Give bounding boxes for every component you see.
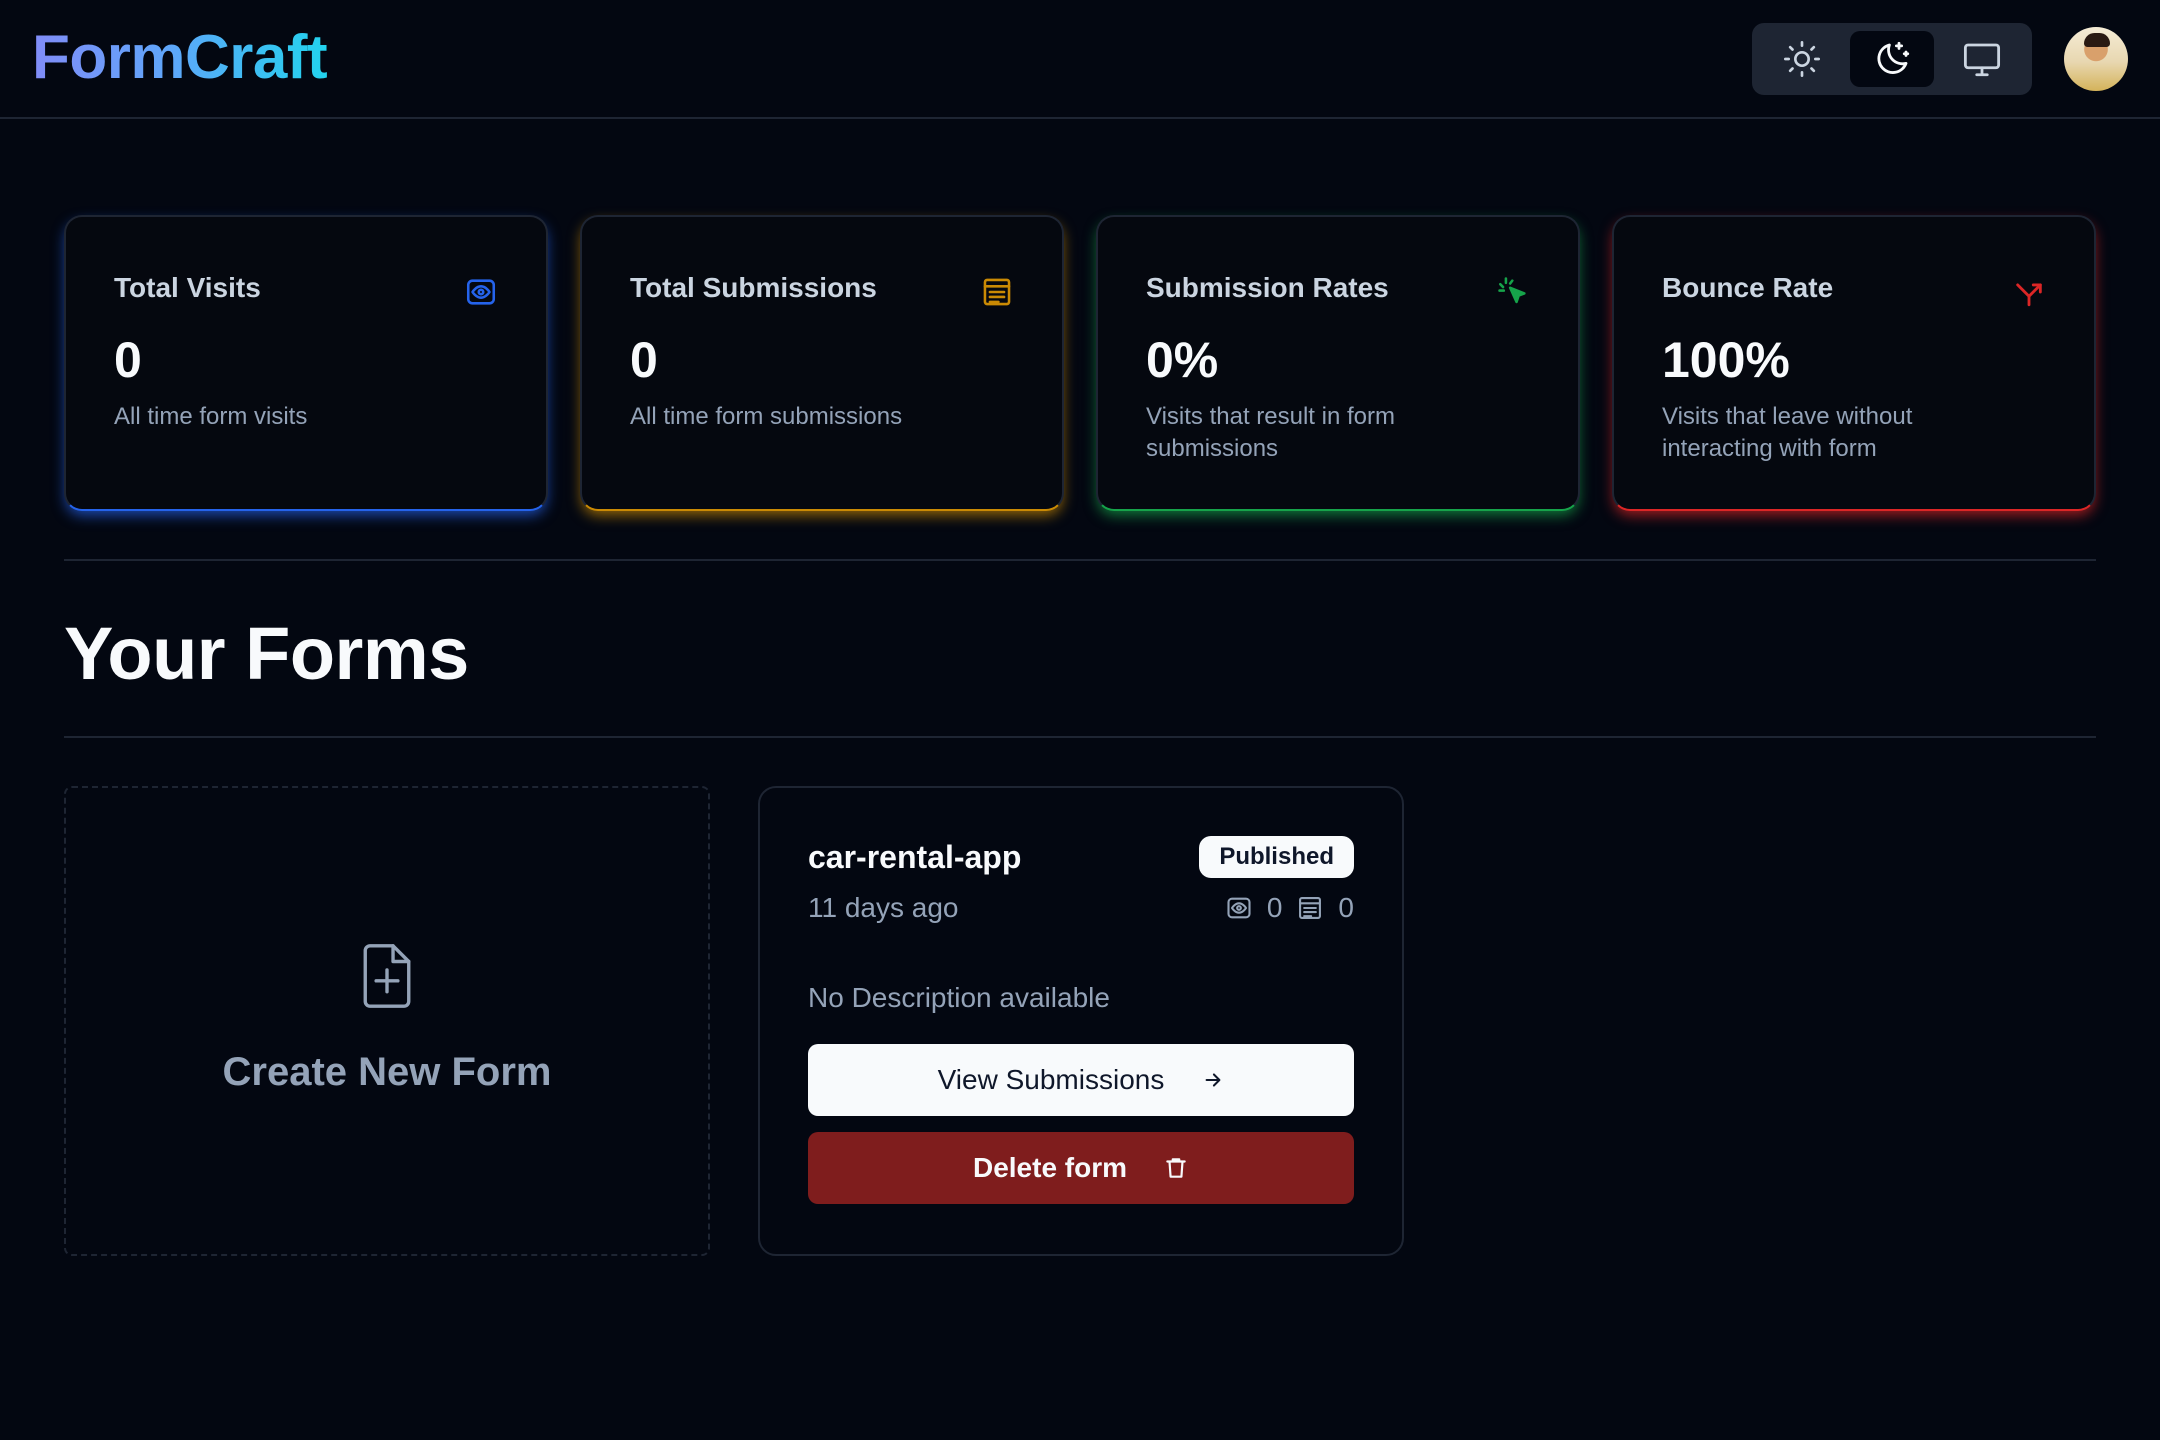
stat-card-bounce-rate: Bounce Rate 100% Visits that leave witho… — [1612, 215, 2096, 511]
split-arrow-icon — [2016, 283, 2042, 307]
form-name: car-rental-app — [808, 838, 1022, 875]
light-theme-button[interactable] — [1760, 31, 1844, 87]
trash-icon — [1166, 1158, 1186, 1178]
stat-value: 0 — [114, 332, 142, 388]
stat-value: 0% — [1146, 332, 1219, 388]
stats-row: Total Visits 0 All time form visits Tota… — [0, 215, 2160, 511]
nav-right — [1752, 22, 2128, 95]
form-card: car-rental-app Published 11 days ago 0 0… — [758, 786, 1404, 1256]
navbar: FormCraft — [0, 0, 2160, 119]
visits-count: 0 — [1266, 892, 1283, 923]
status-badge: Published — [1199, 836, 1354, 878]
form-created-time: 11 days ago — [808, 892, 959, 923]
eye-icon — [466, 279, 496, 305]
stat-title: Total Submissions — [630, 272, 877, 303]
stat-helper: Visits that leave without interacting wi… — [1662, 403, 1913, 463]
form-description: No Description available — [808, 982, 1110, 1013]
file-plus-icon — [363, 943, 411, 1008]
page-title: Your Forms — [64, 612, 469, 695]
stat-card-total-visits: Total Visits 0 All time form visits — [64, 215, 548, 511]
form-icon — [1299, 897, 1322, 919]
stat-title: Bounce Rate — [1662, 272, 1834, 303]
create-form-button[interactable]: Create New Form — [64, 786, 710, 1256]
stat-helper: Visits that result in form submissions — [1146, 403, 1395, 463]
arrow-right-icon — [1205, 1073, 1221, 1087]
stat-card-total-submissions: Total Submissions 0 All time form submis… — [580, 215, 1064, 511]
sun-icon — [1784, 40, 1820, 77]
cursor-click-icon — [1498, 277, 1526, 304]
section-divider — [64, 559, 2096, 561]
stat-helper: All time form submissions — [630, 403, 903, 430]
view-submissions-label: View Submissions — [937, 1064, 1165, 1095]
stat-helper: All time form visits — [114, 403, 308, 430]
form-icon — [983, 278, 1011, 306]
stat-value: 100% — [1662, 332, 1790, 388]
dark-theme-button[interactable] — [1850, 30, 1934, 87]
app-logo[interactable]: FormCraft — [32, 22, 328, 93]
delete-form-button[interactable]: Delete form — [808, 1132, 1354, 1204]
section-divider — [64, 736, 2096, 738]
eye-icon — [1227, 897, 1251, 919]
stat-value: 0 — [630, 332, 658, 388]
view-submissions-button[interactable]: View Submissions — [808, 1044, 1354, 1116]
create-form-label: Create New Form — [222, 1049, 552, 1094]
theme-toggle — [1752, 22, 2032, 95]
submissions-count: 0 — [1338, 892, 1354, 923]
stat-title: Submission Rates — [1146, 272, 1389, 303]
system-theme-button[interactable] — [1940, 31, 2024, 87]
stat-card-submission-rates: Submission Rates 0% Visits that result i… — [1096, 215, 1580, 511]
monitor-icon — [1963, 43, 2001, 76]
stat-title: Total Visits — [114, 272, 261, 303]
form-counts: 0 0 — [1225, 892, 1354, 924]
moon-stars-icon — [1877, 41, 1910, 74]
delete-form-label: Delete form — [972, 1152, 1128, 1183]
forms-grid: Create New Form car-rental-app Published… — [0, 786, 2160, 1256]
user-avatar[interactable] — [2064, 26, 2128, 91]
